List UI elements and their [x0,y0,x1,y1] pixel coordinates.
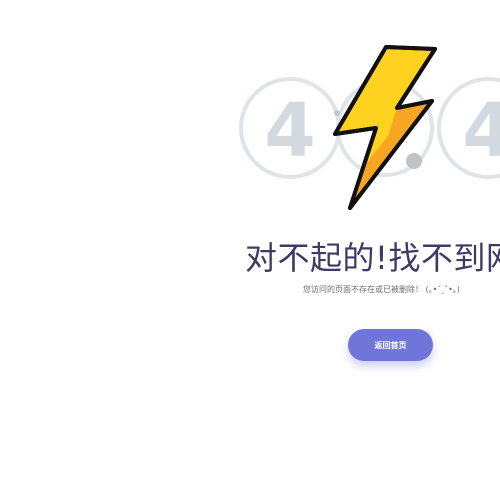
error-404-page: 4 4 对不起的!找不到网页 您访问的页面不存在或已被删除！ (｡•ˇ‸ˇ•｡)… [0,0,500,500]
error-404-illustration: 4 4 [239,45,500,210]
back-to-home-button[interactable]: 返回首页 [348,329,433,361]
digit-circle-right: 4 [437,77,500,179]
digit-left: 4 [264,88,316,174]
error-title: 对不起的!找不到网页 [245,239,500,277]
decor-dot [406,153,422,169]
digit-right: 4 [462,88,500,174]
decor-dot [334,110,340,116]
error-subtitle: 您访问的页面不存在或已被删除！ (｡•ˇ‸ˇ•｡) [303,285,460,294]
digit-circle-left: 4 [239,77,341,179]
